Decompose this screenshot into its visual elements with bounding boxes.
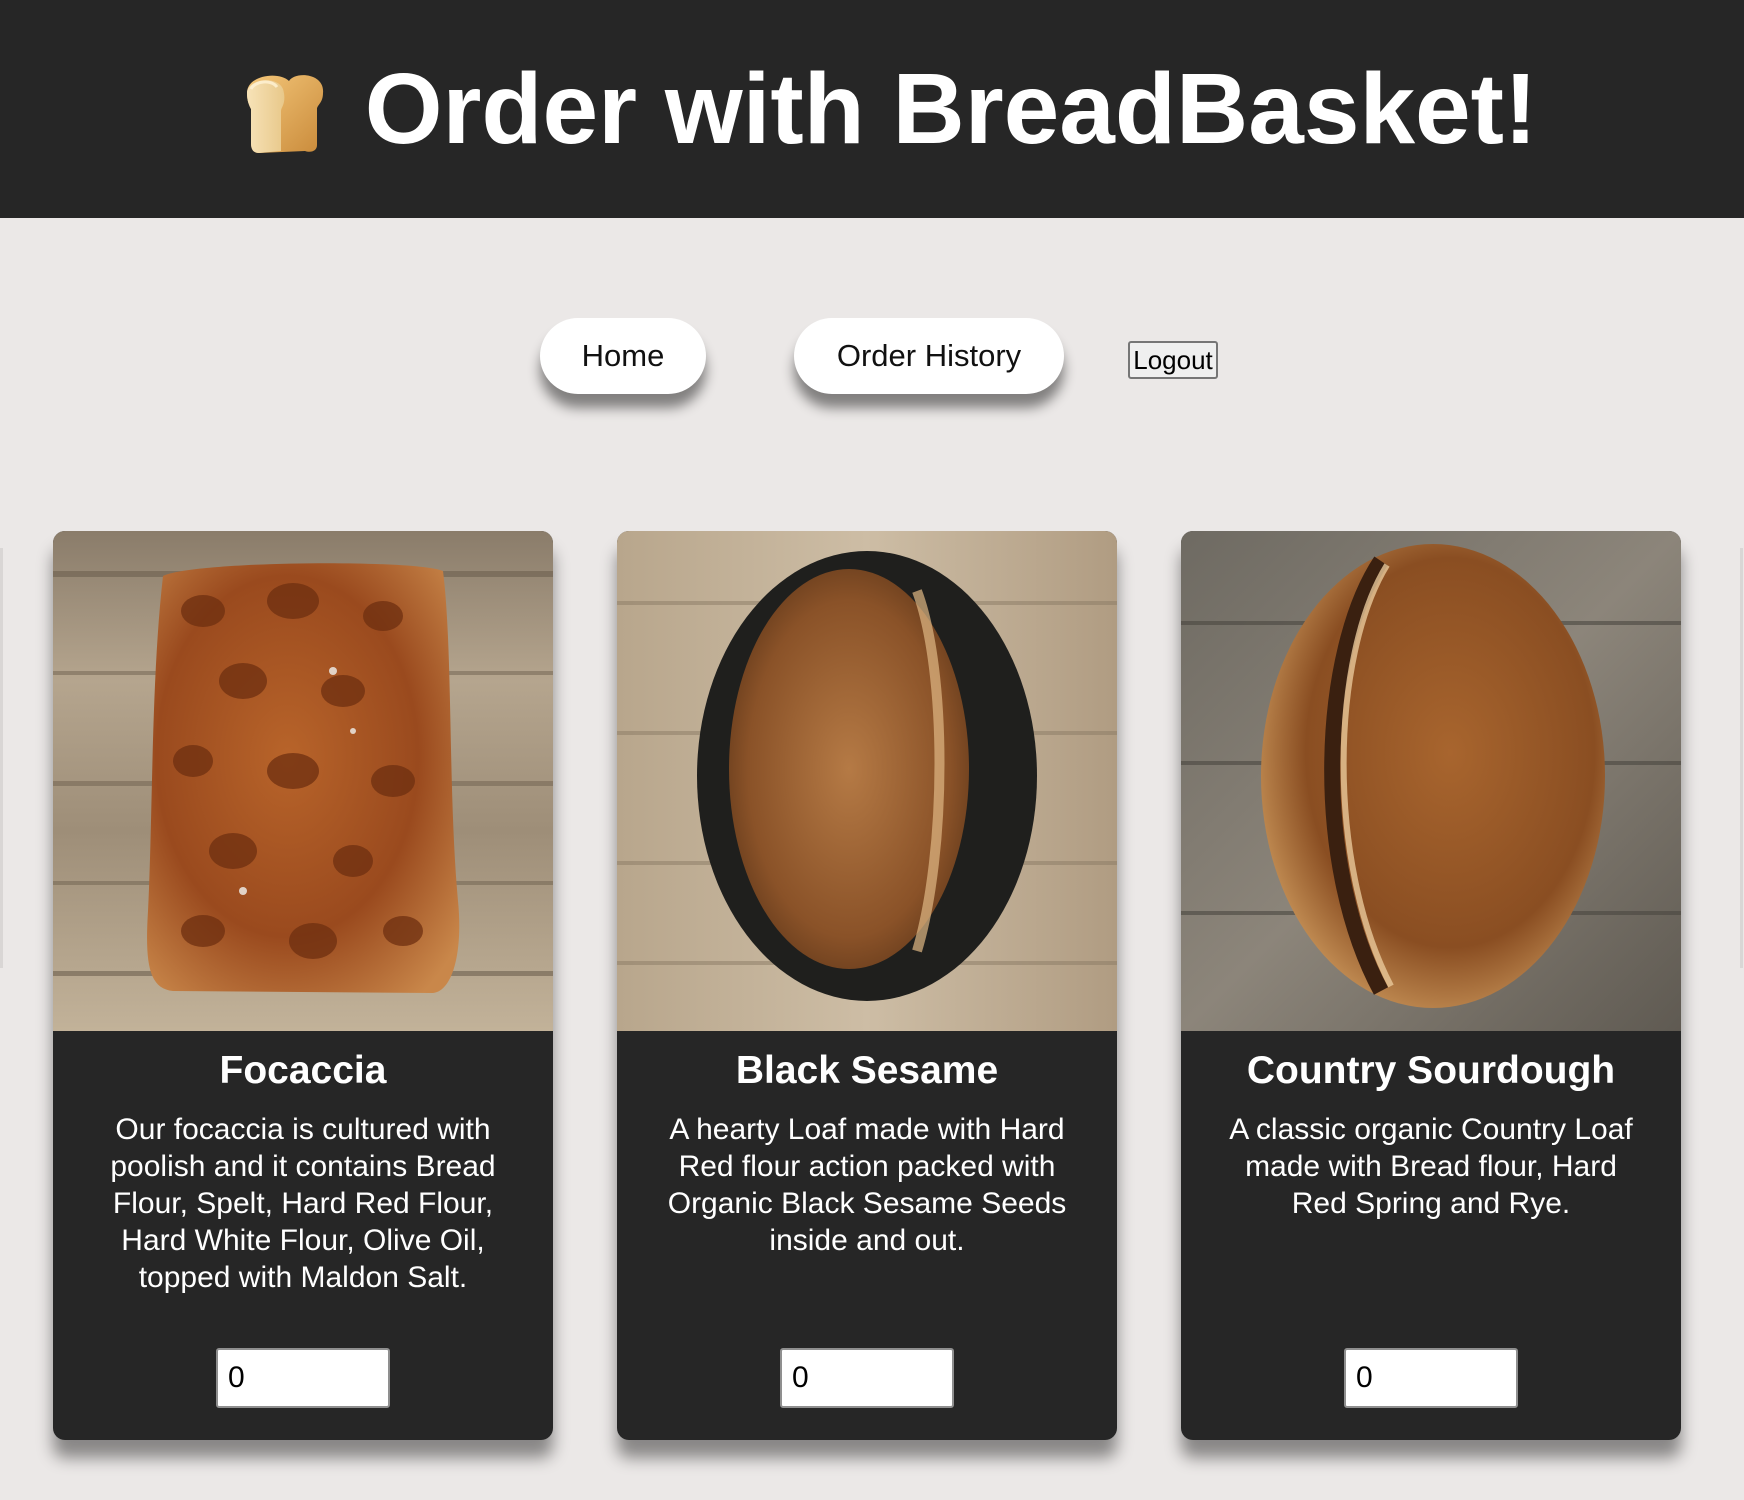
product-description: Our focaccia is cultured with poolish an… (110, 1113, 496, 1294)
product-description: A hearty Loaf made with Hard Red flour a… (667, 1113, 1067, 1257)
focaccia-image (53, 531, 553, 1031)
page-header: Order with BreadBasket! (0, 0, 1744, 218)
product-card-country-sourdough: Country Sourdough A classic organic Coun… (1181, 531, 1681, 1440)
quantity-input[interactable] (780, 1348, 954, 1408)
logout-button[interactable]: Logout (1128, 341, 1218, 379)
home-button[interactable]: Home (540, 318, 706, 394)
black-sesame-image (617, 531, 1117, 1031)
carousel-next-card-edge (1740, 548, 1743, 968)
main-nav: Home Order History Logout (0, 318, 1744, 398)
header-content: Order with BreadBasket! (237, 53, 1538, 165)
product-card-black-sesame: Black Sesame A hearty Loaf made with Har… (617, 531, 1117, 1440)
product-name: Focaccia (219, 1049, 387, 1092)
product-name: Country Sourdough (1246, 1049, 1616, 1092)
product-card-focaccia: Focaccia Our focaccia is cultured with p… (53, 531, 553, 1440)
country-sourdough-image (1181, 531, 1681, 1031)
carousel-prev-card-edge (0, 548, 3, 968)
quantity-input[interactable] (216, 1348, 390, 1408)
product-description: A classic organic Country Loaf made with… (1229, 1113, 1633, 1220)
order-history-button[interactable]: Order History (794, 318, 1064, 394)
product-name: Black Sesame (735, 1049, 999, 1092)
page-title: Order with BreadBasket! (364, 53, 1538, 165)
quantity-input[interactable] (1344, 1348, 1518, 1408)
bread-icon (246, 75, 323, 153)
